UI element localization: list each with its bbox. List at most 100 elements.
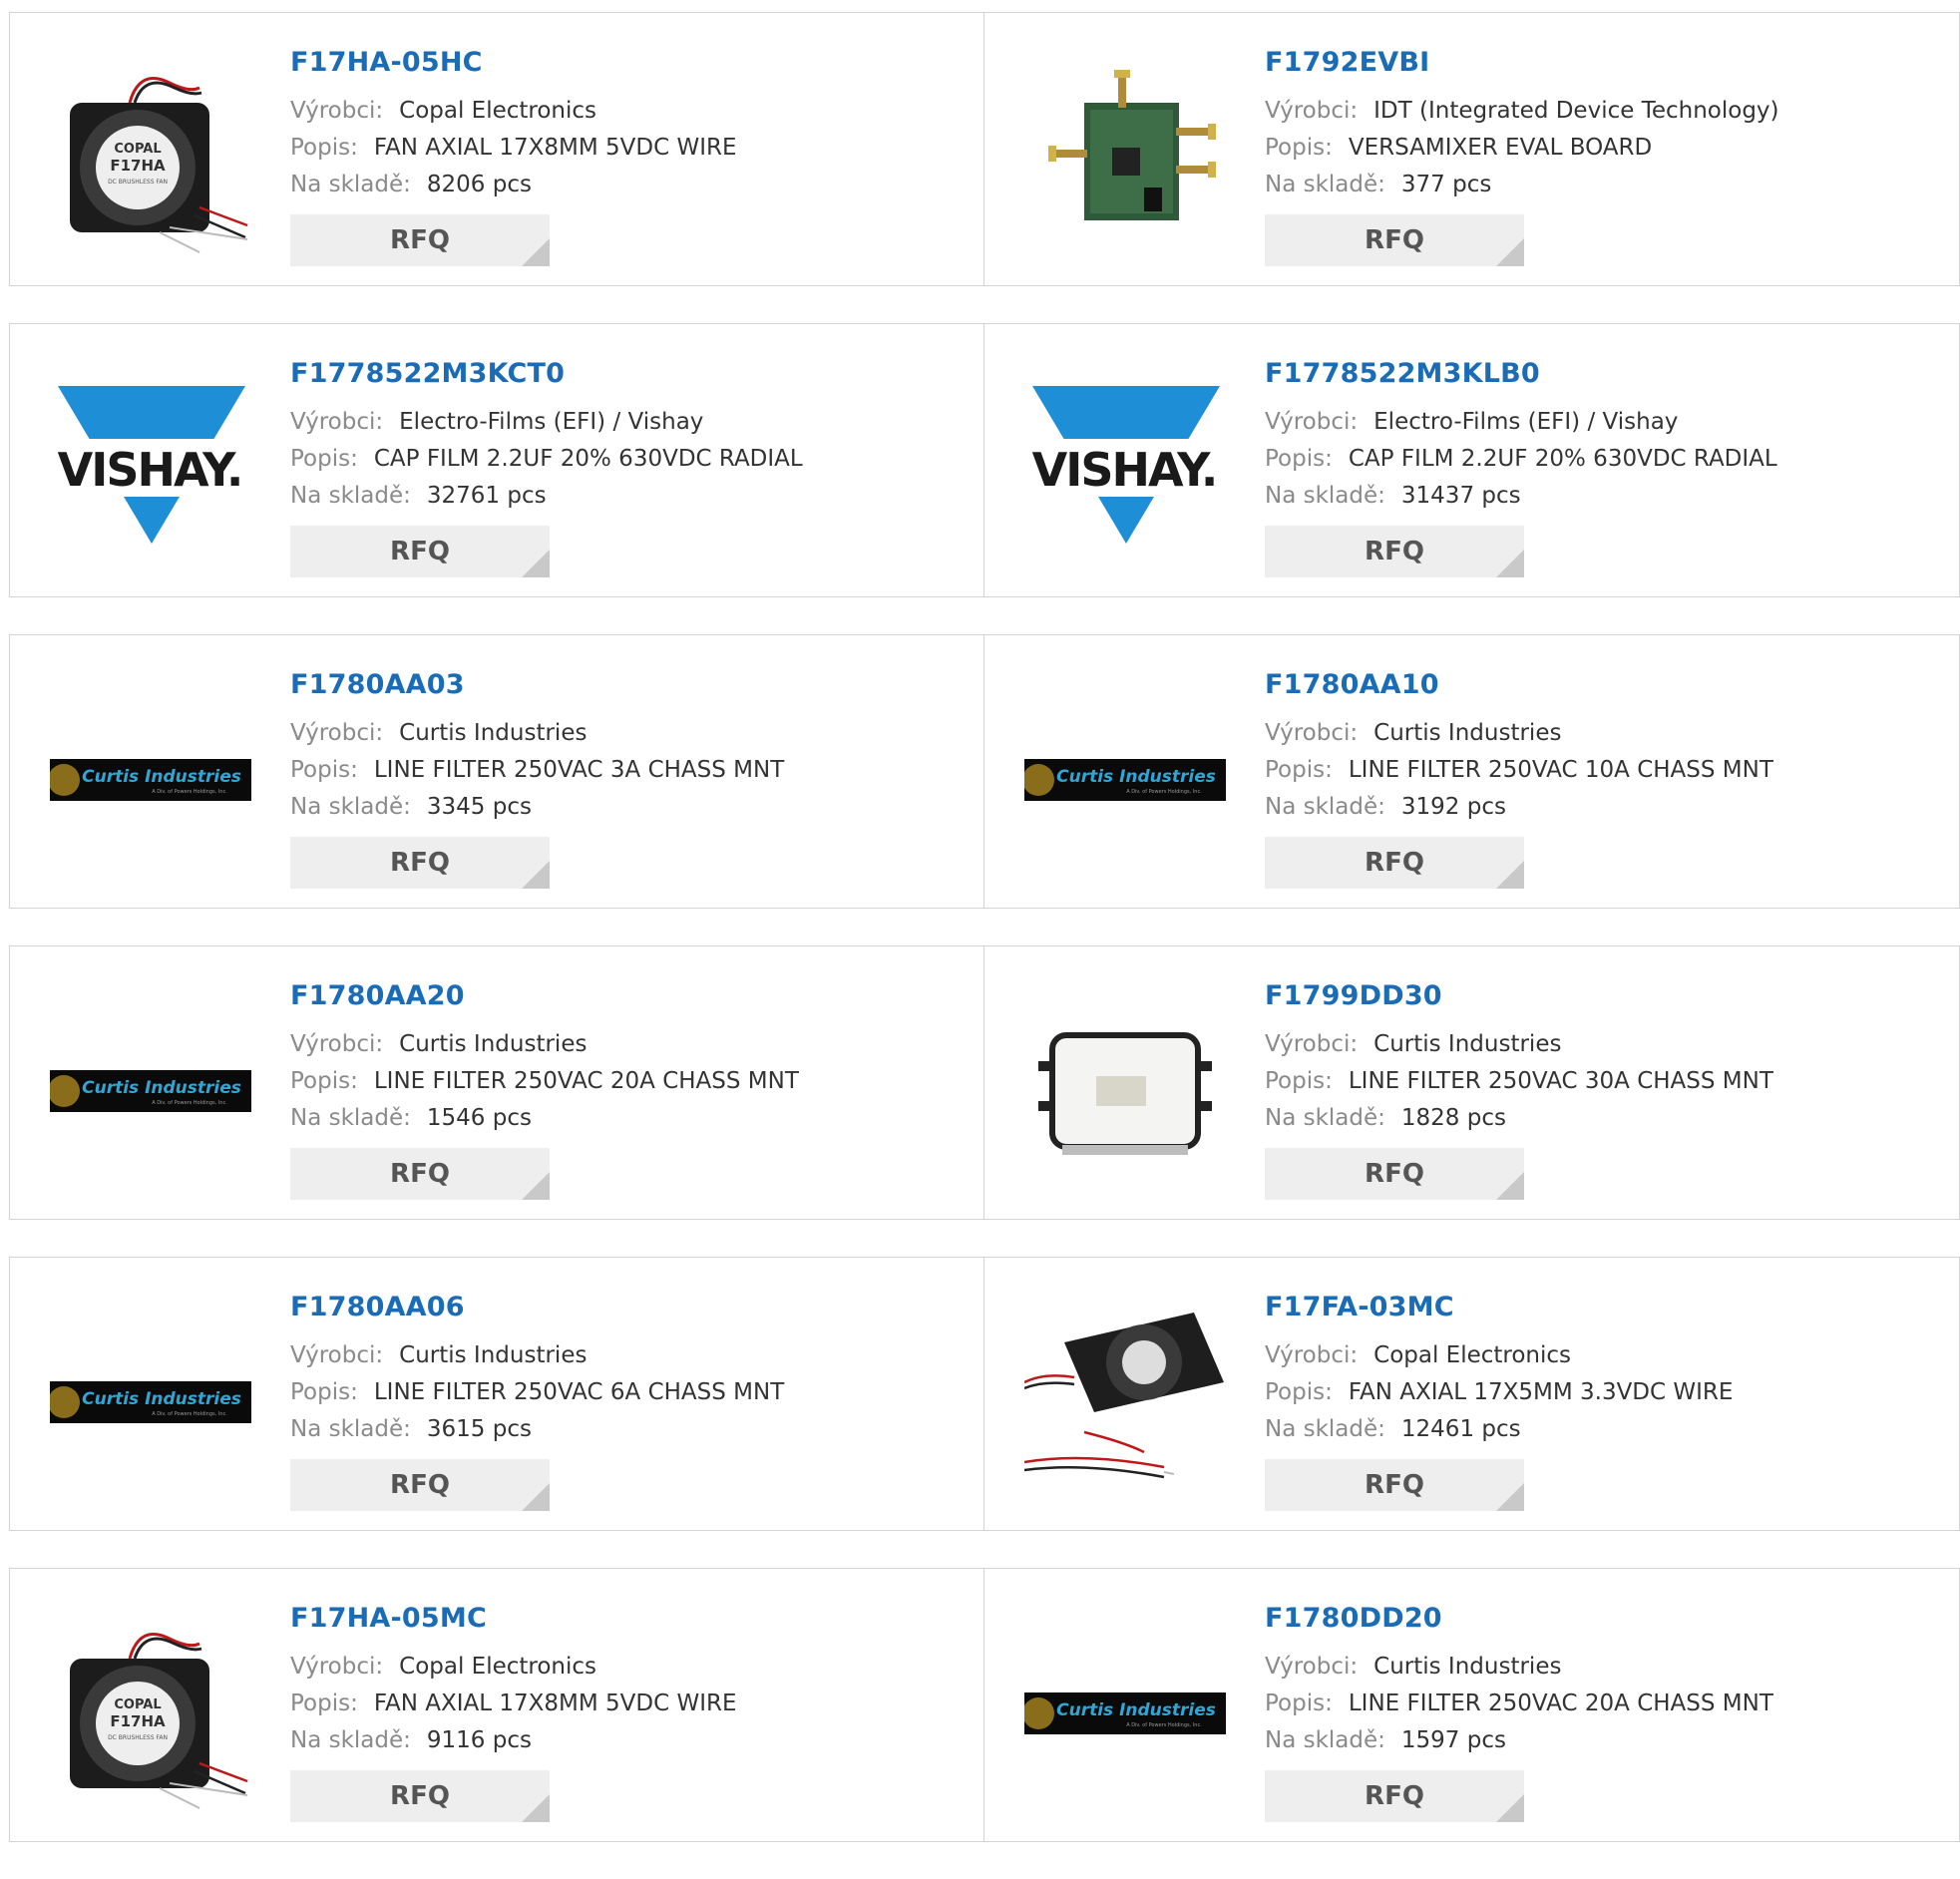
vishay-logo-text: VISHAY. [1032,443,1217,497]
description-line: Popis: LINE FILTER 250VAC 20A CHASS MNT [290,1063,799,1100]
rfq-corner-decoration [522,238,550,266]
description-label: Popis: [290,1691,358,1716]
stock-label: Na skladě: [290,1105,411,1131]
product-image-eval-board[interactable] [1024,58,1226,255]
product-card: COPAL F17HA DC BRUSHLESS FAN F17HA-05MC … [9,1568,984,1842]
product-part-link[interactable]: F1792EVBI [1265,43,1779,83]
product-row: VISHAY. F1778522M3KCT0 Výrobci: Electro-F… [9,323,1960,597]
product-part-link[interactable]: F1780AA03 [290,665,784,705]
manufacturer-label: Výrobci: [1265,409,1359,435]
rfq-button[interactable]: RFQ [290,1459,550,1511]
product-image-curtis-logo[interactable]: Curtis Industries A Div. of Powers Holdi… [50,680,251,878]
fan-label-type: DC BRUSHLESS FAN [108,1734,168,1741]
product-part-link[interactable]: F17FA-03MC [1265,1288,1733,1327]
manufacturer-line: Výrobci: Copal Electronics [290,93,737,130]
curtis-logo-text: Curtis Industries [82,767,241,787]
product-part-link[interactable]: F1780AA10 [1265,665,1773,705]
rfq-button[interactable]: RFQ [1265,526,1524,577]
rfq-button[interactable]: RFQ [290,214,550,266]
manufacturer-value: Copal Electronics [1373,1342,1572,1368]
curtis-logo-text: Curtis Industries [1056,1700,1216,1720]
fan-label-model: F17HA [110,157,166,175]
rfq-label: RFQ [1365,225,1424,255]
manufacturer-label: Výrobci: [1265,720,1359,746]
rfq-corner-decoration [522,550,550,577]
manufacturer-line: Výrobci: Copal Electronics [1265,1337,1733,1374]
description-value: LINE FILTER 250VAC 30A CHASS MNT [1348,1068,1773,1094]
manufacturer-value: Curtis Industries [1373,1031,1562,1057]
product-card: Curtis Industries A Div. of Powers Holdi… [9,634,984,909]
stock-value: 377 pcs [1400,172,1492,197]
manufacturer-line: Výrobci: Curtis Industries [1265,715,1773,752]
product-part-link[interactable]: F17HA-05MC [290,1599,737,1639]
product-image-copal-fan[interactable]: COPAL F17HA DC BRUSHLESS FAN [50,58,251,255]
description-label: Popis: [1265,757,1333,783]
rfq-button[interactable]: RFQ [1265,837,1524,889]
description-line: Popis: LINE FILTER 250VAC 6A CHASS MNT [290,1374,784,1411]
stock-label: Na skladě: [290,1727,411,1753]
product-info: F17HA-05HC Výrobci: Copal Electronics Pop… [290,43,737,266]
rfq-button[interactable]: RFQ [1265,1770,1524,1822]
stock-line: Na skladě: 8206 pcs [290,167,737,203]
product-part-link[interactable]: F1778522M3KLB0 [1265,354,1777,394]
rfq-button[interactable]: RFQ [290,837,550,889]
manufacturer-value: Curtis Industries [399,720,588,746]
rfq-button[interactable]: RFQ [1265,1459,1524,1511]
description-label: Popis: [1265,1691,1333,1716]
product-image-line-filter[interactable] [1024,991,1226,1189]
rfq-button[interactable]: RFQ [1265,214,1524,266]
manufacturer-label: Výrobci: [290,1654,384,1680]
vishay-logo-text: VISHAY. [58,443,242,497]
description-value: VERSAMIXER EVAL BOARD [1348,135,1653,161]
product-image-vishay-logo[interactable]: VISHAY. [50,369,251,566]
product-image-curtis-logo[interactable]: Curtis Industries A Div. of Powers Holdi… [1024,680,1226,878]
stock-line: Na skladě: 1597 pcs [1265,1722,1773,1759]
manufacturer-line: Výrobci: IDT (Integrated Device Technolog… [1265,93,1779,130]
product-image-curtis-logo[interactable]: Curtis Industries A Div. of Powers Holdi… [50,991,251,1189]
product-info: F17FA-03MC Výrobci: Copal Electronics Pop… [1265,1288,1733,1511]
fan-label-model: F17HA [110,1712,166,1730]
manufacturer-label: Výrobci: [1265,1342,1359,1368]
stock-label: Na skladě: [290,172,411,197]
rfq-button[interactable]: RFQ [290,526,550,577]
rfq-corner-decoration [1496,1483,1524,1511]
rfq-corner-decoration [522,1794,550,1822]
product-info: F1780AA10 Výrobci: Curtis Industries Popi… [1265,665,1773,889]
manufacturer-line: Výrobci: Electro-Films (EFI) / Vishay [290,404,803,441]
product-part-link[interactable]: F17HA-05HC [290,43,737,83]
product-part-link[interactable]: F1780AA06 [290,1288,784,1327]
description-value: LINE FILTER 250VAC 3A CHASS MNT [373,757,785,783]
product-image-copal-fan-flat[interactable] [1024,1303,1226,1500]
description-label: Popis: [1265,1068,1333,1094]
stock-line: Na skladě: 3192 pcs [1265,789,1773,826]
product-part-link[interactable]: F1780DD20 [1265,1599,1773,1639]
rfq-button[interactable]: RFQ [290,1770,550,1822]
rfq-label: RFQ [390,1781,450,1811]
product-part-link[interactable]: F1778522M3KCT0 [290,354,803,394]
product-card: F1799DD30 Výrobci: Curtis Industries Popi… [984,945,1960,1220]
rfq-corner-decoration [1496,238,1524,266]
stock-label: Na skladě: [1265,794,1385,820]
product-card: Curtis Industries A Div. of Powers Holdi… [9,1257,984,1531]
product-part-link[interactable]: F1780AA20 [290,976,799,1016]
rfq-button[interactable]: RFQ [290,1148,550,1200]
manufacturer-label: Výrobci: [1265,1031,1359,1057]
product-card: Curtis Industries A Div. of Powers Holdi… [9,945,984,1220]
product-image-copal-fan[interactable]: COPAL F17HA DC BRUSHLESS FAN [50,1614,251,1811]
stock-label: Na skladě: [290,483,411,509]
rfq-corner-decoration [1496,1172,1524,1200]
manufacturer-value: Curtis Industries [399,1342,588,1368]
fan-label-type: DC BRUSHLESS FAN [108,179,168,186]
rfq-label: RFQ [390,225,450,255]
description-label: Popis: [290,1068,358,1094]
stock-line: Na skladě: 12461 pcs [1265,1411,1733,1448]
curtis-logo-text: Curtis Industries [1056,767,1216,787]
product-image-curtis-logo[interactable]: Curtis Industries A Div. of Powers Holdi… [1024,1614,1226,1811]
rfq-button[interactable]: RFQ [1265,1148,1524,1200]
product-image-vishay-logo[interactable]: VISHAY. [1024,369,1226,566]
description-label: Popis: [1265,446,1333,472]
stock-label: Na skladě: [1265,172,1385,197]
product-image-curtis-logo[interactable]: Curtis Industries A Div. of Powers Holdi… [50,1303,251,1500]
product-part-link[interactable]: F1799DD30 [1265,976,1773,1016]
product-card: Curtis Industries A Div. of Powers Holdi… [984,634,1960,909]
